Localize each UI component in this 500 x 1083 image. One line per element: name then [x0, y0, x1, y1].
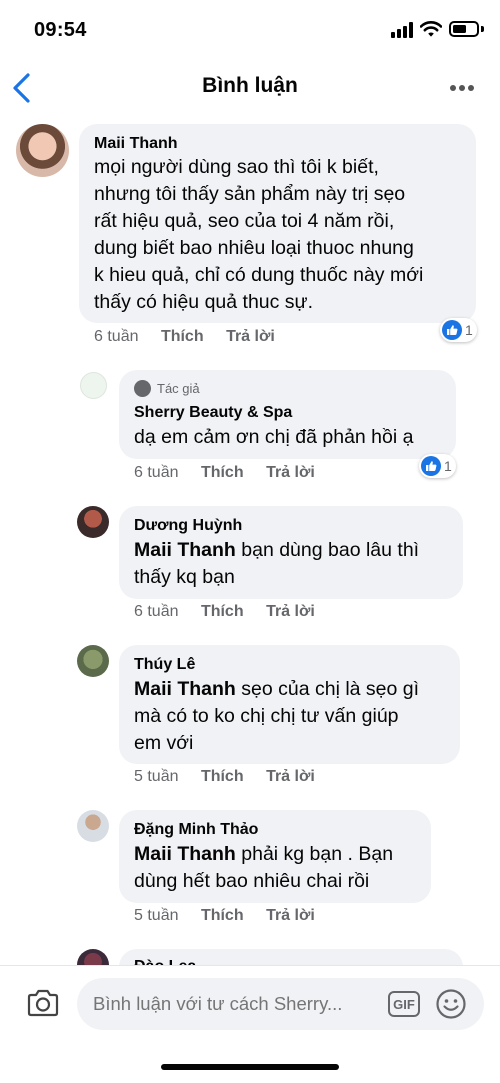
comment-text: Maii Thanh phải kg bạn . Bạn dùng hết ba…	[134, 843, 394, 892]
reply-button[interactable]: Trả lời	[266, 907, 315, 924]
reaction-count: 1	[444, 458, 452, 474]
comment-time: 6 tuần	[94, 328, 139, 345]
comment-author[interactable]: Sherry Beauty & Spa	[134, 404, 292, 422]
like-button[interactable]: Thích	[201, 464, 244, 481]
comment-meta: 5 tuần Thích Trả lời	[134, 768, 315, 786]
comment-text: Maii Thanh bạn dùng bao lâu thì thấy kq …	[134, 539, 420, 588]
avatar[interactable]	[77, 645, 109, 677]
page-title: Bình luận	[202, 74, 298, 97]
reaction-count: 1	[465, 322, 473, 338]
signal-icon	[391, 22, 415, 38]
like-button[interactable]: Thích	[201, 768, 244, 785]
like-icon	[421, 456, 441, 476]
reply-button[interactable]: Trả lời	[266, 603, 315, 620]
like-button[interactable]: Thích	[161, 328, 204, 345]
emoji-icon[interactable]	[435, 988, 467, 1020]
comment-time: 5 tuần	[134, 907, 179, 924]
avatar[interactable]	[16, 124, 69, 177]
more-horizontal-icon[interactable]	[450, 84, 476, 92]
reply-button[interactable]: Trả lời	[226, 328, 275, 345]
reaction-badge[interactable]: 1	[419, 454, 456, 478]
avatar[interactable]	[80, 372, 107, 399]
battery-icon	[449, 21, 479, 37]
comment-meta: 6 tuần Thích Trả lời	[134, 464, 315, 482]
comment-text: dạ em cảm ơn chị đã phản hồi ạ	[134, 426, 414, 448]
comment-author[interactable]: Thúy Lê	[134, 656, 195, 674]
header: Bình luận	[0, 60, 500, 118]
comment-input[interactable]	[93, 993, 378, 1015]
mention-link[interactable]: Maii Thanh	[134, 678, 236, 700]
comment-author[interactable]: Dương Huỳnh	[134, 517, 242, 535]
avatar[interactable]	[77, 506, 109, 538]
author-badge: Tác giả	[134, 380, 200, 397]
battery-tip	[481, 26, 484, 32]
reaction-badge[interactable]: 1	[440, 318, 477, 342]
comment-text: mọi người dùng sao thì tôi k biết, nhưng…	[94, 156, 424, 313]
avatar[interactable]	[77, 810, 109, 842]
comment-text: Maii Thanh sẹo của chị là sẹo gì mà có t…	[134, 678, 420, 754]
comment-meta: 6 tuần Thích Trả lời	[94, 328, 275, 346]
reply-button[interactable]: Trả lời	[266, 768, 315, 785]
comment-time: 6 tuần	[134, 464, 179, 481]
comment-author[interactable]: Maii Thanh	[94, 135, 178, 153]
comment-meta: 6 tuần Thích Trả lời	[134, 603, 315, 621]
comment-author[interactable]: Đặng Minh Thảo	[134, 821, 258, 839]
gif-button[interactable]: GIF	[388, 991, 420, 1017]
author-badge-icon	[134, 380, 151, 397]
camera-icon[interactable]	[26, 988, 60, 1018]
mention-link[interactable]: Maii Thanh	[134, 843, 236, 865]
reply-button[interactable]: Trả lời	[266, 464, 315, 481]
like-icon	[442, 320, 462, 340]
wifi-icon	[420, 21, 442, 37]
comment-time: 6 tuần	[134, 603, 179, 620]
status-time: 09:54	[34, 19, 87, 41]
like-button[interactable]: Thích	[201, 603, 244, 620]
like-button[interactable]: Thích	[201, 907, 244, 924]
status-bar: 09:54	[0, 0, 500, 60]
comment-time: 5 tuần	[134, 768, 179, 785]
comment-input-container[interactable]: GIF	[77, 978, 484, 1030]
mention-link[interactable]: Maii Thanh	[134, 539, 236, 561]
comment-meta: 5 tuần Thích Trả lời	[134, 907, 315, 925]
home-indicator	[161, 1064, 339, 1070]
